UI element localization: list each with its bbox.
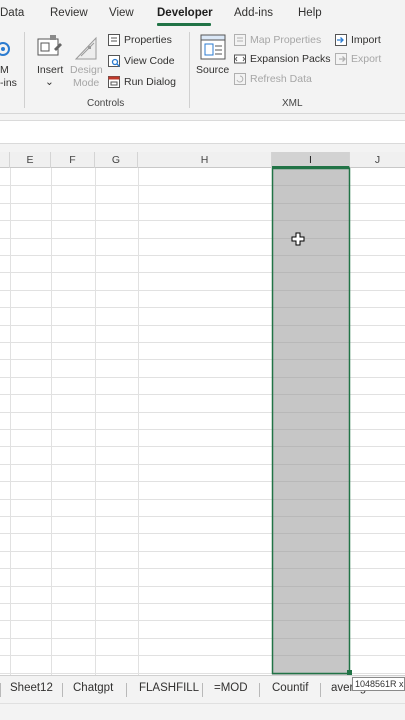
group-separator (189, 32, 190, 108)
column-header-j[interactable]: J (350, 152, 405, 168)
selection-size-tooltip: 1048561R x 1C (352, 677, 405, 691)
design-mode-label-2[interactable]: Mode (73, 77, 99, 90)
column-header-row: E F G H I J (0, 152, 405, 168)
column-header-partial[interactable] (0, 152, 10, 168)
import-button[interactable]: Import (334, 31, 381, 49)
design-mode-icon[interactable] (73, 34, 99, 62)
expansion-packs-icon (234, 54, 246, 64)
tab-help[interactable]: Help (298, 7, 322, 19)
column-header-i[interactable]: I (272, 152, 350, 168)
run-dialog-icon (108, 76, 120, 88)
run-dialog-label: Run Dialog (124, 76, 176, 88)
tab-developer[interactable]: Developer (157, 7, 213, 19)
column-header-e[interactable]: E (10, 152, 51, 168)
view-code-label: View Code (124, 55, 175, 67)
refresh-data-button[interactable]: Refresh Data (233, 70, 312, 88)
sheet-tab-flashfill[interactable]: FLASHFILL (139, 682, 199, 694)
sheet-tab-chatgpt[interactable]: Chatgpt (73, 682, 113, 694)
partial-group-label-1: M (0, 64, 9, 76)
refresh-data-label: Refresh Data (250, 73, 312, 85)
controls-group-label: Controls (87, 98, 125, 109)
xml-group-label: XML (282, 98, 303, 109)
sheet-tab-separator (126, 683, 127, 697)
column-gridlines (10, 168, 139, 675)
design-mode-label-1[interactable]: Design (70, 64, 103, 77)
formula-bar[interactable] (0, 120, 405, 144)
column-header-h[interactable]: H (138, 152, 272, 168)
sheet-tab-bar: Sheet12 Chatgpt FLASHFILL =MOD Countif a… (0, 675, 405, 703)
sheet-tab-separator (320, 683, 321, 697)
sheet-tab-mod[interactable]: =MOD (214, 682, 248, 694)
com-add-ins-icon[interactable] (0, 38, 12, 60)
expansion-packs-button[interactable]: Expansion Packs (233, 50, 331, 68)
worksheet-grid[interactable] (0, 168, 405, 675)
tab-add-ins[interactable]: Add-ins (234, 7, 273, 19)
chevron-down-icon[interactable]: ⌄ (45, 76, 54, 89)
export-label: Export (351, 53, 382, 65)
export-button[interactable]: Export (334, 50, 381, 68)
properties-label: Properties (124, 34, 172, 46)
sheet-tab-separator (259, 683, 260, 697)
selected-column-fill (272, 168, 350, 675)
export-icon (335, 53, 347, 65)
import-label: Import (351, 34, 381, 46)
map-properties-icon (234, 34, 246, 46)
sheet-tab-separator (0, 683, 1, 697)
source-button[interactable]: Source (196, 64, 229, 77)
expansion-packs-label: Expansion Packs (250, 53, 331, 65)
insert-controls-icon[interactable] (36, 35, 64, 61)
formula-bar-area (0, 114, 405, 152)
map-properties-button[interactable]: Map Properties (233, 31, 321, 49)
sheet-tab-sheet12[interactable]: Sheet12 (10, 682, 53, 694)
ribbon-tab-bar: Data Review View Developer Add-ins Help (0, 0, 405, 28)
partial-group-label-2: -ins (0, 77, 17, 89)
run-dialog-button[interactable]: Run Dialog (107, 73, 176, 91)
properties-icon (108, 34, 120, 46)
sheet-tab-separator (62, 683, 63, 697)
view-code-button[interactable]: View Code (107, 52, 175, 70)
ribbon-developer: M -ins Insert ⌄ Design Mode Properties V… (0, 28, 405, 114)
sheet-tab-separator (202, 683, 203, 697)
sheet-tab-countif[interactable]: Countif (272, 682, 308, 694)
refresh-data-icon (234, 73, 246, 85)
tab-view[interactable]: View (109, 7, 134, 19)
column-header-f[interactable]: F (51, 152, 95, 168)
xml-source-icon[interactable] (199, 33, 227, 61)
group-separator (24, 32, 25, 108)
status-bar (0, 703, 405, 720)
active-tab-indicator (157, 23, 211, 26)
tab-review[interactable]: Review (50, 7, 88, 19)
import-icon (335, 34, 347, 46)
view-code-icon (108, 55, 120, 67)
properties-button[interactable]: Properties (107, 31, 172, 49)
cell-gridlines (0, 168, 405, 675)
map-properties-label: Map Properties (250, 34, 322, 46)
tab-data[interactable]: Data (0, 7, 24, 19)
column-header-g[interactable]: G (95, 152, 138, 168)
